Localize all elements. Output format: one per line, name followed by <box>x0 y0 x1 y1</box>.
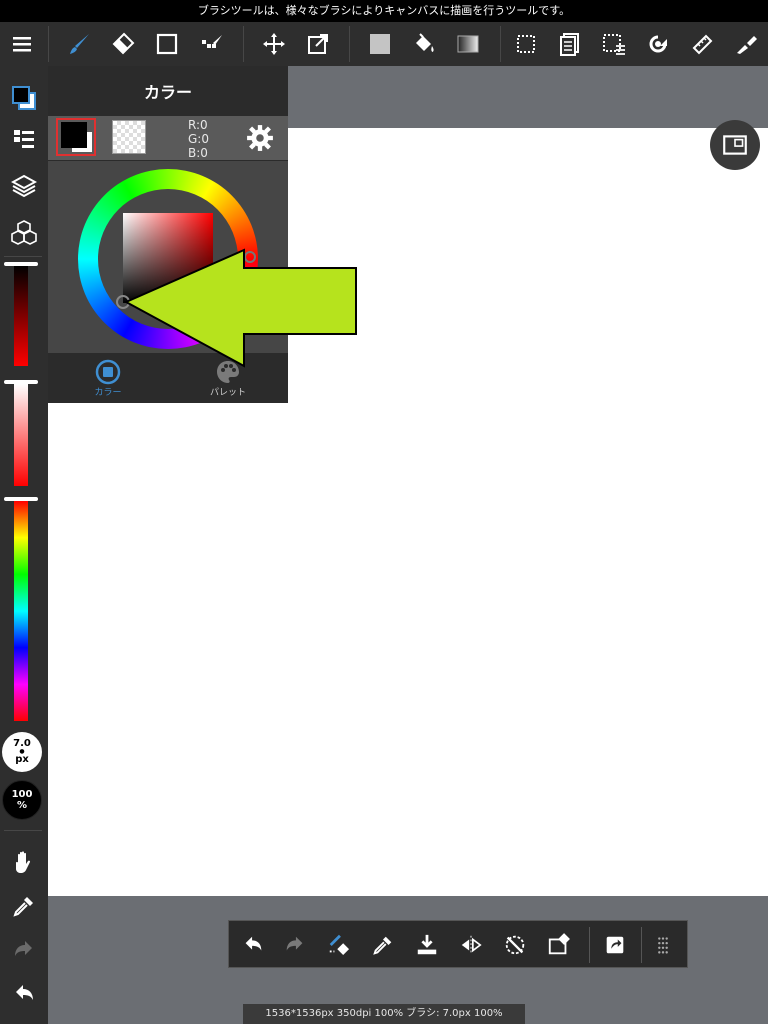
arrow-annotation-icon <box>124 248 357 368</box>
brightness-slider[interactable] <box>14 266 28 366</box>
app: ブラシツールは、様々なブラシによりキャンバスに描画を行うツールです。 7.0 ●… <box>0 0 768 1024</box>
tab-color-label: カラー <box>94 387 122 398</box>
transparent-color-swatch[interactable] <box>112 120 146 154</box>
color-swatch-row: R:0 G:0 B:0 <box>48 116 288 160</box>
layers-icon[interactable] <box>4 168 44 204</box>
navigator-button[interactable] <box>710 120 760 170</box>
left-sidebar: 7.0 ● px 100 % <box>0 66 48 1024</box>
bottom-toolbar <box>228 920 688 968</box>
saturation-slider[interactable] <box>14 384 28 486</box>
share-icon[interactable] <box>595 925 635 965</box>
brush-icon[interactable] <box>60 22 100 66</box>
redo-side-icon[interactable] <box>4 932 44 968</box>
rotate-icon[interactable] <box>638 22 678 66</box>
flip-icon[interactable] <box>451 925 491 965</box>
color-tab-icon <box>95 359 121 384</box>
main-color-swatch[interactable] <box>56 118 96 156</box>
opacity-value: 100 <box>11 789 33 800</box>
color-panel-title: カラー <box>48 66 288 116</box>
brightness-slider-handle[interactable] <box>4 262 38 266</box>
tool-hint-bar: ブラシツールは、様々なブラシによりキャンバスに描画を行うツールです。 <box>0 0 768 22</box>
brush-erase-toggle-icon[interactable] <box>319 925 359 965</box>
hue-slider[interactable] <box>14 501 28 721</box>
opacity-unit: % <box>16 800 28 811</box>
rotate-reset-icon[interactable] <box>495 925 535 965</box>
move-icon[interactable] <box>254 22 294 66</box>
status-bar: 1536*1536px 350dpi 100% ブラシ: 7.0px 100% <box>243 1004 525 1024</box>
bucket-icon[interactable] <box>404 22 444 66</box>
undo-icon[interactable] <box>233 925 273 965</box>
save-icon[interactable] <box>407 925 447 965</box>
opacity-button[interactable]: 100 % <box>2 780 42 820</box>
top-toolbar <box>0 22 768 86</box>
transform-icon[interactable] <box>298 22 338 66</box>
saturation-slider-handle[interactable] <box>4 380 38 384</box>
window-icon <box>723 135 747 155</box>
dot-icon[interactable] <box>192 22 232 66</box>
rgb-r: R:0 <box>188 118 208 132</box>
brush-size-unit: px <box>15 754 29 765</box>
hue-slider-handle[interactable] <box>4 497 38 501</box>
brush-list-icon[interactable] <box>4 122 44 158</box>
select-icon[interactable] <box>506 22 546 66</box>
rgb-readout: R:0 G:0 B:0 <box>188 118 209 160</box>
hand-icon[interactable] <box>4 844 44 880</box>
text-icon[interactable] <box>726 22 766 66</box>
gradient-icon[interactable] <box>448 22 488 66</box>
select-menu-icon[interactable] <box>594 22 634 66</box>
color-swatch-icon[interactable] <box>4 80 44 116</box>
fill-color-icon[interactable] <box>360 22 400 66</box>
undo-side-icon[interactable] <box>4 976 44 1012</box>
rgb-b: B:0 <box>188 146 208 160</box>
brush-size-button[interactable]: 7.0 ● px <box>2 732 42 772</box>
menu-icon[interactable] <box>2 22 42 66</box>
ruler-icon[interactable] <box>682 22 722 66</box>
eraser-icon[interactable] <box>103 22 143 66</box>
materials-icon[interactable] <box>4 214 44 250</box>
shape-icon[interactable] <box>147 22 187 66</box>
more-icon[interactable] <box>643 925 683 965</box>
redo-icon[interactable] <box>275 925 315 965</box>
eyedropper-side-icon[interactable] <box>4 888 44 924</box>
layer-copy-icon[interactable] <box>550 22 590 66</box>
gear-icon[interactable] <box>246 124 274 152</box>
tab-palette-label: パレット <box>209 387 246 398</box>
eyedropper-icon[interactable] <box>363 925 403 965</box>
clear-icon[interactable] <box>539 925 579 965</box>
rgb-g: G:0 <box>188 132 209 146</box>
